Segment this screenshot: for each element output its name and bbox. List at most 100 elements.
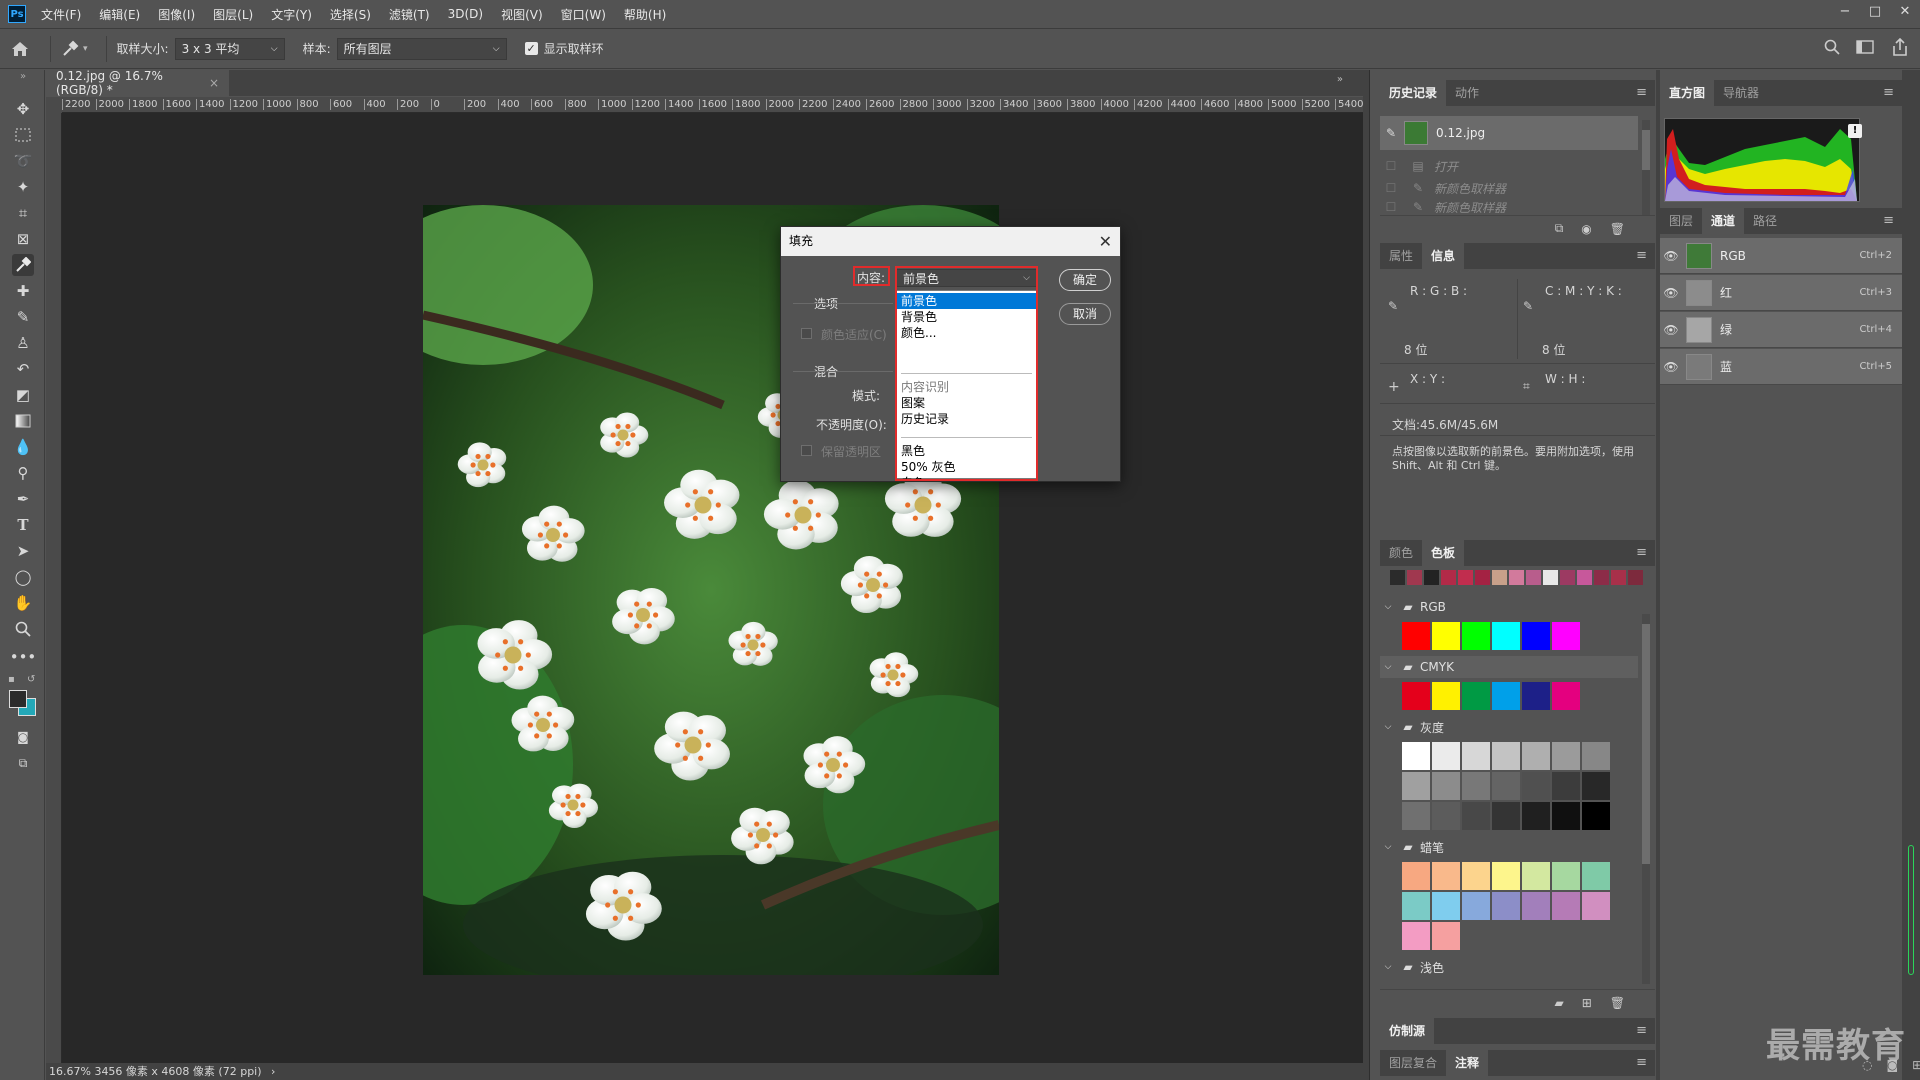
tab-actions[interactable]: 动作 [1446, 80, 1488, 106]
brush-tool-icon[interactable]: ✎ [12, 306, 34, 328]
color-swatch[interactable] [1462, 772, 1490, 800]
color-swatch[interactable] [1582, 802, 1610, 830]
history-item[interactable]: ☐ ✎ 新颜色取样器 [1380, 177, 1638, 199]
color-swatch[interactable] [1522, 892, 1550, 920]
color-swatch[interactable] [1582, 862, 1610, 890]
collapse-panels-icon[interactable]: » [1337, 74, 1343, 85]
recent-swatch[interactable] [1509, 570, 1524, 585]
color-swatch[interactable] [1582, 772, 1610, 800]
color-swatch[interactable] [1492, 892, 1520, 920]
hand-tool-icon[interactable]: ✋ [12, 592, 34, 614]
new-channel-icon[interactable]: ⊞ [1912, 1058, 1920, 1072]
recent-swatch[interactable] [1526, 570, 1541, 585]
panel-menu-icon[interactable]: ≡ [1636, 1050, 1647, 1076]
menu-file[interactable]: 文件(F) [32, 6, 90, 23]
swatch-group-header[interactable]: ⌵ ▰ 蜡笔 [1380, 836, 1638, 858]
color-swatch[interactable] [1402, 802, 1430, 830]
tab-properties[interactable]: 属性 [1380, 243, 1422, 269]
channel-row-blue[interactable]: 👁 蓝 Ctrl+5 [1660, 349, 1902, 385]
eraser-tool-icon[interactable]: ◩ [12, 384, 34, 406]
menu-edit[interactable]: 编辑(E) [90, 6, 149, 23]
cancel-button[interactable]: 取消 [1059, 303, 1111, 325]
chevron-down-icon[interactable]: ⌵ [1380, 662, 1396, 672]
frame-tool-icon[interactable]: ⊠ [12, 228, 34, 250]
recent-swatch[interactable] [1390, 570, 1405, 585]
trash-icon[interactable]: 🗑 [1610, 996, 1625, 1010]
recent-swatch[interactable] [1458, 570, 1473, 585]
clone-stamp-tool-icon[interactable]: ♙ [12, 332, 34, 354]
panel-menu-icon[interactable]: ≡ [1883, 80, 1894, 106]
color-swatch[interactable] [1492, 802, 1520, 830]
color-swatch[interactable] [1522, 622, 1550, 650]
color-swatch[interactable] [1402, 742, 1430, 770]
panel-menu-icon[interactable]: ≡ [1636, 80, 1647, 106]
tab-notes[interactable]: 注释 [1446, 1050, 1489, 1076]
sample-size-select[interactable]: 3 x 3 平均 ⌵ [174, 37, 285, 60]
recent-swatch[interactable] [1628, 570, 1643, 585]
histogram-warning-icon[interactable]: ! [1848, 124, 1862, 138]
foreground-color-swatch[interactable] [9, 690, 27, 708]
close-window-button[interactable]: ✕ [1890, 0, 1920, 22]
color-swatch[interactable] [1492, 742, 1520, 770]
color-swatch[interactable] [1462, 622, 1490, 650]
menu-view[interactable]: 视图(V) [492, 6, 552, 23]
recent-swatch[interactable] [1407, 570, 1422, 585]
recent-swatch[interactable] [1560, 570, 1575, 585]
collapse-toolbar-icon[interactable]: » [12, 70, 34, 82]
swap-colors-icon[interactable]: ↺ [27, 674, 35, 685]
color-swatch[interactable] [1582, 742, 1610, 770]
history-item[interactable]: ☐ ▤ 打开 [1380, 155, 1638, 177]
menu-layer[interactable]: 图层(L) [204, 6, 262, 23]
recent-swatch[interactable] [1441, 570, 1456, 585]
visibility-eye-icon[interactable]: 👁 [1662, 323, 1680, 337]
color-swatch[interactable] [1552, 862, 1580, 890]
color-swatch[interactable] [1432, 742, 1460, 770]
visibility-eye-icon[interactable]: 👁 [1662, 249, 1680, 263]
color-swatch[interactable] [1432, 802, 1460, 830]
color-swatch[interactable] [1402, 622, 1430, 650]
color-swatch[interactable] [1402, 922, 1430, 950]
marquee-tool-icon[interactable] [12, 124, 34, 146]
tab-navigator[interactable]: 导航器 [1714, 80, 1768, 106]
panel-menu-icon[interactable]: ≡ [1636, 1018, 1647, 1044]
color-swatch[interactable] [1432, 892, 1460, 920]
color-swatch[interactable] [1522, 682, 1550, 710]
color-swatch[interactable] [1552, 802, 1580, 830]
channel-row-red[interactable]: 👁 红 Ctrl+3 [1660, 275, 1902, 311]
tab-history[interactable]: 历史记录 [1380, 80, 1447, 106]
ok-button[interactable]: 确定 [1059, 269, 1111, 291]
status-arrow-icon[interactable]: › [271, 1065, 275, 1078]
panel-menu-icon[interactable]: ≡ [1636, 243, 1647, 269]
color-swatch[interactable] [1432, 682, 1460, 710]
camera-snapshot-icon[interactable]: ◉ [1581, 222, 1591, 236]
tab-channels[interactable]: 通道 [1702, 208, 1745, 234]
option-color[interactable]: 颜色... [897, 325, 1036, 341]
option-foreground-color[interactable]: 前景色 [897, 293, 1036, 309]
crop-tool-icon[interactable]: ⌗ [12, 202, 34, 224]
blur-tool-icon[interactable]: 💧 [12, 436, 34, 458]
color-swatch[interactable] [1522, 802, 1550, 830]
color-swatch[interactable] [1402, 772, 1430, 800]
type-tool-icon[interactable]: T [12, 514, 34, 536]
scrollbar-thumb[interactable] [1642, 130, 1650, 170]
document-tab[interactable]: 0.12.jpg @ 16.7%(RGB/8) * × [46, 69, 229, 97]
history-brush-tool-icon[interactable]: ↶ [12, 358, 34, 380]
workspace-icon[interactable] [1856, 40, 1874, 57]
color-adapt-checkbox[interactable] [801, 328, 812, 339]
option-white[interactable]: 白色 [897, 475, 1036, 479]
healing-brush-tool-icon[interactable]: ✚ [12, 280, 34, 302]
color-swatch[interactable] [1462, 742, 1490, 770]
tab-paths[interactable]: 路径 [1744, 208, 1786, 234]
share-icon[interactable] [1892, 37, 1908, 59]
preserve-transparency-checkbox[interactable] [801, 445, 812, 456]
color-swatch[interactable] [1552, 742, 1580, 770]
tab-clone-source[interactable]: 仿制源 [1380, 1018, 1435, 1044]
menu-help[interactable]: 帮助(H) [615, 6, 675, 23]
new-swatch-icon[interactable]: ⊞ [1582, 996, 1592, 1010]
chevron-down-icon[interactable]: ⌵ [1380, 602, 1396, 612]
color-swatch[interactable] [1552, 892, 1580, 920]
menu-filter[interactable]: 滤镜(T) [380, 6, 439, 23]
tab-histogram[interactable]: 直方图 [1660, 80, 1715, 106]
visibility-eye-icon[interactable]: 👁 [1662, 286, 1680, 300]
swatch-group-header[interactable]: ⌵ ▰ CMYK [1380, 656, 1638, 678]
